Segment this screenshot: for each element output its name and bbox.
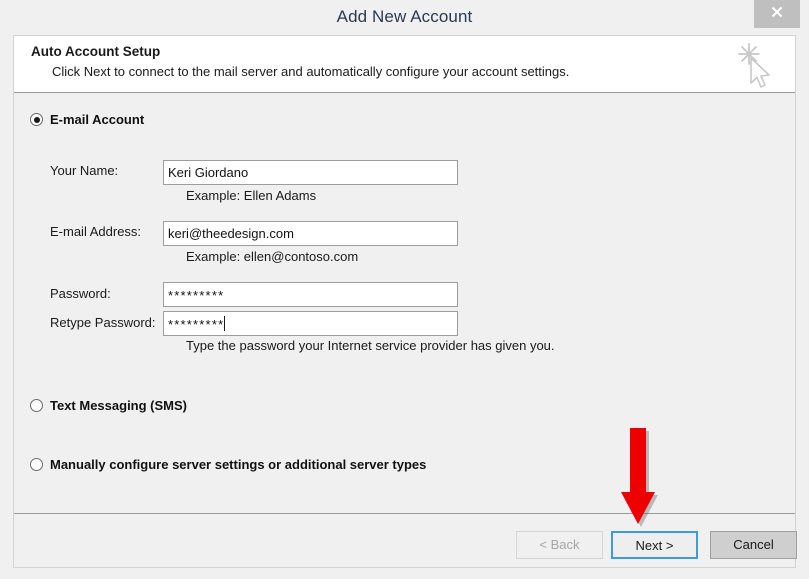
- radio-indicator-text-messaging[interactable]: [30, 399, 43, 412]
- email-address-hint: Example: ellen@contoso.com: [186, 249, 359, 264]
- radio-indicator-email-account[interactable]: [30, 113, 43, 126]
- dialog-content: E-mail Account Your Name: Keri Giordano …: [14, 94, 795, 512]
- radio-label-manual-configure: Manually configure server settings or ad…: [50, 457, 427, 472]
- window-titlebar: Add New Account: [0, 0, 809, 33]
- your-name-hint: Example: Ellen Adams: [186, 188, 317, 203]
- cancel-button[interactable]: Cancel: [710, 531, 797, 559]
- password-label: Password:: [50, 286, 111, 301]
- close-button[interactable]: [754, 0, 800, 28]
- email-address-input[interactable]: keri@theedesign.com: [163, 221, 458, 246]
- password-mask: *********: [168, 288, 225, 303]
- close-icon: [771, 6, 783, 18]
- radio-option-email-account[interactable]: E-mail Account: [30, 112, 144, 127]
- add-new-account-dialog: Auto Account Setup Click Next to connect…: [13, 35, 797, 568]
- window-title: Add New Account: [336, 7, 473, 26]
- radio-option-text-messaging[interactable]: Text Messaging (SMS): [30, 398, 187, 413]
- page-subtitle: Click Next to connect to the mail server…: [52, 64, 570, 79]
- back-button[interactable]: < Back: [516, 531, 603, 559]
- retype-password-mask: *********: [168, 317, 225, 332]
- password-input[interactable]: *********: [163, 282, 458, 307]
- wizard-header-panel: Auto Account Setup Click Next to connect…: [14, 36, 795, 93]
- retype-password-label: Retype Password:: [50, 315, 156, 330]
- radio-label-text-messaging: Text Messaging (SMS): [50, 398, 188, 413]
- email-address-label: E-mail Address:: [50, 224, 142, 239]
- radio-option-manual-configure[interactable]: Manually configure server settings or ad…: [30, 457, 426, 472]
- next-button[interactable]: Next >: [611, 531, 698, 559]
- your-name-input[interactable]: Keri Giordano: [163, 160, 458, 185]
- password-hint: Type the password your Internet service …: [186, 338, 555, 353]
- cursor-sparkle-icon: [738, 43, 770, 88]
- your-name-label: Your Name:: [50, 163, 119, 178]
- page-title: Auto Account Setup: [31, 44, 161, 59]
- radio-indicator-manual-configure[interactable]: [30, 458, 43, 471]
- text-caret: [224, 316, 226, 331]
- radio-label-email-account: E-mail Account: [50, 112, 145, 127]
- dialog-footer: < Back Next > Cancel: [14, 514, 797, 567]
- retype-password-input[interactable]: *********: [163, 311, 458, 336]
